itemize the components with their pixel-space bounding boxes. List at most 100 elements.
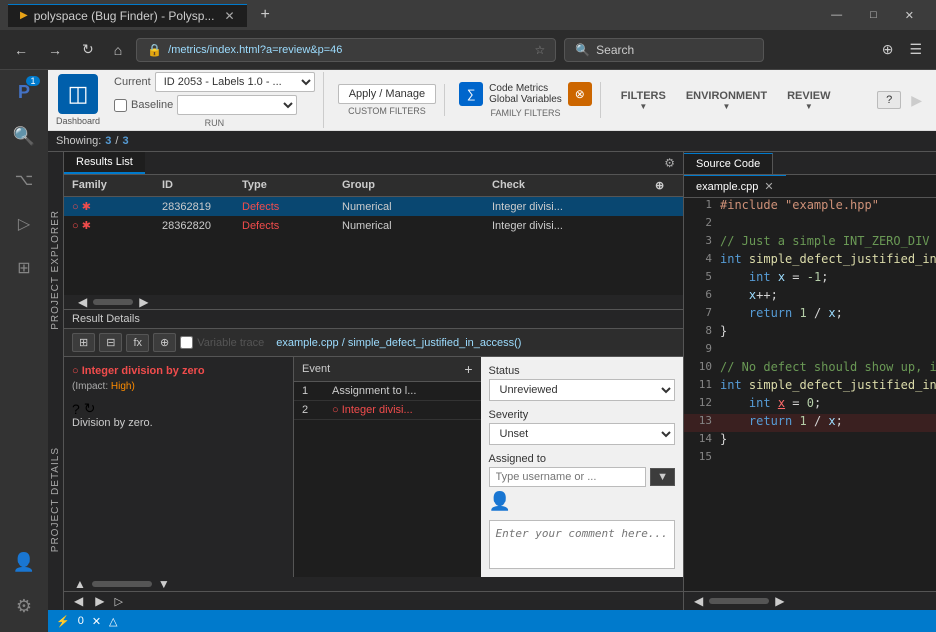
apply-manage-section: Apply / Manage CUSTOM FILTERS (330, 84, 445, 116)
forward-button[interactable]: → (42, 38, 68, 62)
dashboard-icon: ◫ (68, 81, 89, 107)
severity-label: Severity (489, 409, 676, 421)
src-scroll-right[interactable]: ▶ (769, 594, 790, 608)
details-btn2[interactable]: ⊟ (99, 333, 122, 352)
file-tab-cpp[interactable]: example.cpp ✕ (684, 175, 786, 197)
severity-row: Severity UnsetHighMediumLow (489, 409, 676, 445)
showing-count1: 3 (105, 135, 111, 147)
activity-search[interactable]: 🔍 (6, 118, 42, 154)
global-var-icon[interactable]: ⊗ (568, 82, 592, 106)
event-num-2: 2 (302, 404, 332, 416)
table-row[interactable]: ○ ✱ 28362820 Defects Numerical Integer d… (64, 216, 683, 235)
src-scroll-thumb[interactable] (709, 598, 769, 604)
search-icon: 🔍 (13, 126, 35, 147)
status-lightning-icon: ⚡ (56, 615, 70, 628)
code-metrics-icon[interactable]: ∑ (459, 82, 483, 106)
nav-right[interactable]: ▶ (89, 594, 110, 608)
file-tab-close[interactable]: ✕ (764, 180, 773, 193)
review-filter-tab[interactable]: REVIEW ▼ (781, 90, 836, 111)
dashboard-button[interactable]: ◫ (58, 74, 98, 114)
table-hscroll[interactable]: ◀ ▶ (64, 295, 683, 309)
filters-chevron: ▼ (639, 102, 647, 111)
vscroll-down[interactable]: ▼ (152, 577, 176, 591)
back-button[interactable]: ← (8, 38, 34, 62)
hscroll-left[interactable]: ◀ (72, 295, 93, 309)
nav-left[interactable]: ◀ (68, 594, 89, 608)
tab-icon: ▶ (20, 10, 28, 21)
hscroll-thumb[interactable] (93, 299, 133, 305)
tab-close-button[interactable]: ✕ (224, 9, 234, 23)
col-type: Type (242, 179, 342, 192)
environment-tab[interactable]: ENVIRONMENT ▼ (680, 90, 773, 111)
showing-separator: / (115, 135, 118, 147)
baseline-dropdown[interactable] (177, 95, 297, 115)
details-fx-btn[interactable]: fx (126, 334, 149, 352)
source-code-label: Source Code (696, 158, 760, 170)
apply-manage-button[interactable]: Apply / Manage (338, 84, 436, 104)
filters-tab[interactable]: FILTERS ▼ (615, 90, 672, 111)
activity-git[interactable]: ⌥ (6, 162, 42, 198)
lock-icon: 🔒 (147, 43, 162, 57)
event-row-1[interactable]: 1 Assignment to l... (294, 382, 481, 401)
results-list-tab[interactable]: Results List (64, 152, 145, 174)
defect-info-panel: ○ Integer division by zero (Impact: High… (64, 357, 294, 577)
hscroll-right[interactable]: ▶ (133, 295, 154, 309)
row1-family: ○ ✱ (72, 200, 162, 213)
status-dropdown[interactable]: UnreviewedJustifiedNo Action PlannedFix (489, 379, 676, 401)
minimize-button[interactable]: — (817, 0, 856, 30)
status-bar: ⚡ 0 ✕ △ (48, 610, 936, 632)
bottom-scrollbar[interactable]: ▲ ▼ (64, 577, 683, 591)
details-header: Result Details (64, 310, 683, 329)
new-tab-button[interactable]: + (253, 6, 278, 24)
browser-tab[interactable]: ▶ polyspace (Bug Finder) - Polysp... ✕ (8, 4, 247, 27)
row2-family: ○ ✱ (72, 219, 162, 232)
event-row-2[interactable]: 2 ○ Integer divisi... (294, 401, 481, 420)
baseline-checkbox[interactable] (114, 99, 127, 112)
severity-dropdown[interactable]: UnsetHighMediumLow (489, 423, 676, 445)
browser-menu-button[interactable]: ☰ (903, 37, 928, 62)
variable-trace-checkbox[interactable] (180, 336, 193, 349)
source-scrollbar[interactable]: ◀ ▶ (684, 591, 936, 610)
defect-refresh-button[interactable]: ↻ (84, 400, 96, 417)
code-line-12: 12 int x = 0; (684, 396, 936, 414)
tab-title: polyspace (Bug Finder) - Polysp... (34, 9, 215, 23)
assigned-dropdown-btn[interactable]: ▼ (650, 468, 675, 486)
activity-settings[interactable]: ⚙ (6, 588, 42, 624)
assigned-input[interactable] (489, 467, 647, 487)
details-time-btn[interactable]: ⊕ (153, 333, 176, 352)
comment-textarea[interactable] (489, 520, 676, 569)
source-code-tab[interactable]: Source Code (684, 153, 773, 174)
extensions-icon[interactable]: ⊕ (876, 37, 900, 62)
global-variables-label: Global Variables (489, 94, 562, 105)
activity-extensions[interactable]: ⊞ (6, 250, 42, 286)
activity-debug[interactable]: ▷ (6, 206, 42, 242)
toolbar-scroll-right[interactable]: ▶ (905, 88, 928, 113)
url-bar[interactable]: 🔒 /metrics/index.html?a=review&p=46 ☆ (136, 38, 556, 62)
details-btn1[interactable]: ⊞ (72, 333, 95, 352)
code-line-8: 8 } (684, 324, 936, 342)
help-button[interactable]: ? ? (877, 91, 901, 109)
maximize-button[interactable]: □ (856, 0, 891, 30)
search-box[interactable]: 🔍 Search (564, 38, 764, 62)
vscroll-thumb[interactable] (92, 581, 152, 587)
activity-user[interactable]: 👤 (6, 544, 42, 580)
events-label: Event (302, 363, 330, 375)
nav-arrows: ◀ ▶ ▷ (64, 591, 683, 610)
project-details-label: PROJECT DETAILS (48, 443, 65, 556)
results-list-settings-icon[interactable]: ⚙ (656, 152, 683, 174)
src-scroll-left[interactable]: ◀ (688, 594, 709, 608)
table-row[interactable]: ○ ✱ 28362819 Defects Numerical Integer d… (64, 197, 683, 216)
browser-extra-icons: ⊕ ☰ (876, 37, 928, 62)
vscroll-up[interactable]: ▲ (68, 577, 92, 591)
help-icon: ? (886, 94, 892, 106)
environment-chevron: ▼ (722, 102, 730, 111)
close-window-button[interactable]: ✕ (891, 0, 928, 30)
defect-help-button[interactable]: ? (72, 400, 80, 417)
refresh-button[interactable]: ↻ (76, 37, 100, 62)
current-dropdown[interactable]: ID 2053 - Labels 1.0 - ... (155, 72, 315, 92)
row2-group: Numerical (342, 220, 492, 232)
events-add-button[interactable]: + (464, 361, 472, 377)
activity-polyspace[interactable]: P 1 (6, 74, 42, 110)
home-button[interactable]: ⌂ (108, 38, 128, 62)
col-add[interactable]: ⊕ (655, 179, 675, 192)
